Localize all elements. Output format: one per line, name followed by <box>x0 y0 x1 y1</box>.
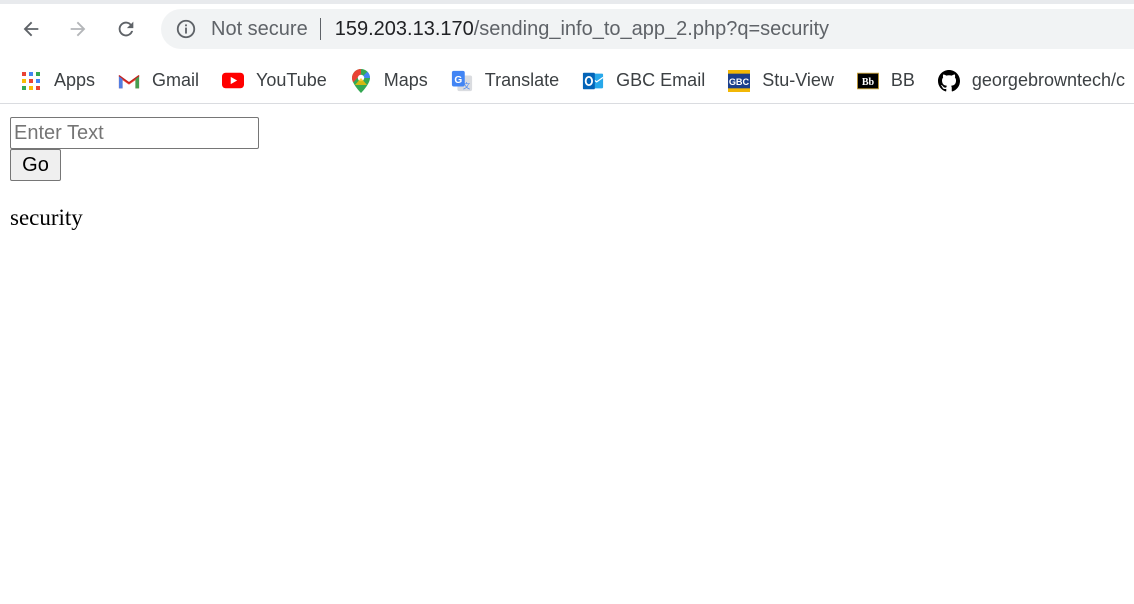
bookmark-gbc-email[interactable]: GBC Email <box>570 65 713 97</box>
bookmark-youtube[interactable]: YouTube <box>210 65 335 97</box>
bookmark-maps[interactable]: Maps <box>338 65 436 97</box>
bookmark-apps[interactable]: Apps <box>0 65 103 97</box>
github-icon <box>937 69 960 92</box>
go-button[interactable]: Go <box>10 149 61 181</box>
translate-icon: G 文 <box>451 70 473 92</box>
bookmark-label: GBC Email <box>616 70 706 90</box>
bookmark-label: Translate <box>484 70 560 90</box>
reload-button[interactable] <box>110 13 142 45</box>
back-button[interactable] <box>15 13 47 45</box>
bookmark-gmail[interactable]: Gmail <box>106 65 207 97</box>
apps-grid-icon <box>20 70 42 92</box>
svg-text:Bb: Bb <box>862 77 875 88</box>
blackboard-icon: Bb <box>856 70 879 92</box>
bookmarks-bar: Apps Gmail YouTube Maps G 文 Translate GB… <box>0 58 1134 104</box>
gbc-icon: GBC <box>728 69 751 92</box>
outlook-icon <box>582 70 604 92</box>
gmail-icon <box>118 70 140 92</box>
bookmark-label: Apps <box>54 70 96 90</box>
svg-text:文: 文 <box>463 81 471 90</box>
browser-toolbar: Not secure 159.203.13.170/sending_info_t… <box>0 0 1134 58</box>
maps-pin-icon <box>350 68 372 93</box>
bookmark-label: Stu-View <box>762 70 834 90</box>
security-status[interactable]: Not secure <box>211 18 308 41</box>
url-text[interactable]: 159.203.13.170/sending_info_to_app_2.php… <box>335 18 829 41</box>
bookmark-github[interactable]: georgebrowntech/c <box>926 65 1133 97</box>
bookmark-label: georgebrowntech/c <box>971 70 1126 90</box>
page-content: Go security <box>10 117 259 231</box>
result-text: security <box>10 205 83 230</box>
url-host: 159.203.13.170 <box>334 17 474 40</box>
bookmark-stu-view[interactable]: GBC Stu-View <box>716 65 842 97</box>
bookmark-bb[interactable]: Bb BB <box>845 65 923 97</box>
address-separator <box>319 18 321 40</box>
svg-text:G: G <box>454 74 462 85</box>
address-bar[interactable]: Not secure 159.203.13.170/sending_info_t… <box>161 9 1134 49</box>
text-input[interactable] <box>10 117 259 149</box>
arrow-left-icon <box>23 21 39 37</box>
bookmark-label: Gmail <box>152 70 200 90</box>
youtube-icon <box>222 70 245 92</box>
bookmark-label: Maps <box>383 70 428 90</box>
svg-text:GBC: GBC <box>729 77 750 87</box>
reload-icon <box>118 21 134 37</box>
arrow-right-icon <box>70 21 86 37</box>
bookmark-translate[interactable]: G 文 Translate <box>439 65 567 97</box>
info-icon[interactable] <box>175 18 197 40</box>
forward-button[interactable] <box>62 13 94 45</box>
url-path: /sending_info_to_app_2.php?q=security <box>473 17 830 40</box>
bookmark-label: BB <box>890 70 915 90</box>
bookmark-label: YouTube <box>256 70 327 90</box>
